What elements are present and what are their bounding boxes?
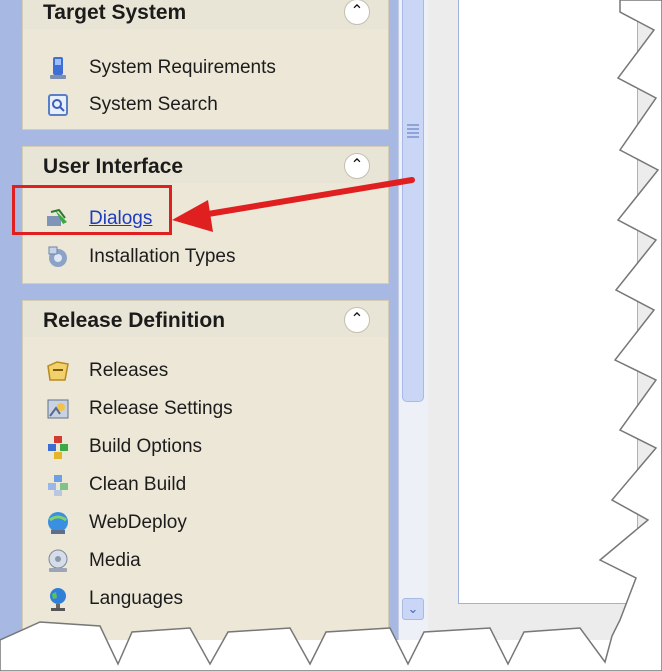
- nav-item-label: Release Settings: [89, 398, 233, 419]
- vertical-scrollbar[interactable]: ⌄: [398, 0, 428, 640]
- task-pane: Target System ⌃ System Requirements Syst…: [0, 0, 398, 640]
- nav-item-label: System Search: [89, 94, 218, 115]
- nav-item-label: Releases: [89, 360, 169, 381]
- installation-types-icon: [45, 244, 71, 270]
- releases-icon: [45, 358, 71, 384]
- chevron-double-up-icon[interactable]: ⌃: [344, 0, 370, 25]
- release-settings-icon: [45, 396, 71, 422]
- build-options-icon: [45, 434, 71, 460]
- chevron-down-icon: ⌄: [407, 601, 419, 616]
- section-header[interactable]: Release Definition ⌃: [23, 301, 388, 337]
- webdeploy-icon: [45, 510, 71, 536]
- chevron-double-up-icon[interactable]: ⌃: [344, 153, 370, 179]
- scroll-down-button[interactable]: ⌄: [402, 598, 424, 620]
- nav-item-label: System Requirements: [89, 57, 276, 78]
- nav-item-clean-build[interactable]: Clean Build: [45, 469, 186, 501]
- section-title: User Interface: [43, 155, 184, 178]
- nav-item-label: Media: [89, 550, 141, 571]
- section-target-system: Target System ⌃ System Requirements Syst…: [22, 0, 389, 130]
- nav-item-system-requirements[interactable]: System Requirements: [45, 52, 276, 84]
- partial-item-icon: [47, 623, 69, 640]
- nav-item-label: Languages: [89, 588, 184, 609]
- section-release-definition: Release Definition ⌃ Releases Release Se…: [22, 300, 389, 640]
- system-requirements-icon: [45, 55, 71, 81]
- nav-item-label: Build Options: [89, 436, 203, 457]
- nav-item-label: Clean Build: [89, 474, 187, 495]
- clean-build-icon: [45, 472, 71, 498]
- section-header[interactable]: User Interface ⌃: [23, 147, 388, 183]
- grip-icon: [407, 124, 419, 126]
- scrollbar-thumb[interactable]: [402, 0, 424, 402]
- nav-item-languages[interactable]: Languages: [45, 583, 183, 615]
- nav-item-releases[interactable]: Releases: [45, 355, 168, 387]
- nav-item-webdeploy[interactable]: WebDeploy: [45, 507, 187, 539]
- content-pane: [458, 0, 638, 604]
- nav-item-installation-types[interactable]: Installation Types: [45, 241, 235, 273]
- highlight-box: [12, 185, 172, 235]
- section-header[interactable]: Target System ⌃: [23, 0, 388, 29]
- section-title: Target System: [43, 1, 187, 24]
- nav-item-build-options[interactable]: Build Options: [45, 431, 202, 463]
- nav-item-release-settings[interactable]: Release Settings: [45, 393, 233, 425]
- section-title: Release Definition: [43, 309, 226, 332]
- nav-item-media[interactable]: Media: [45, 545, 141, 577]
- nav-item-label: WebDeploy: [89, 512, 187, 533]
- main-content-area: [428, 0, 662, 640]
- nav-item-label: Installation Types: [89, 246, 236, 267]
- languages-icon: [45, 586, 71, 612]
- media-icon: [45, 548, 71, 574]
- system-search-icon: [45, 92, 71, 118]
- nav-item-system-search[interactable]: System Search: [45, 89, 218, 121]
- chevron-double-up-icon[interactable]: ⌃: [344, 307, 370, 333]
